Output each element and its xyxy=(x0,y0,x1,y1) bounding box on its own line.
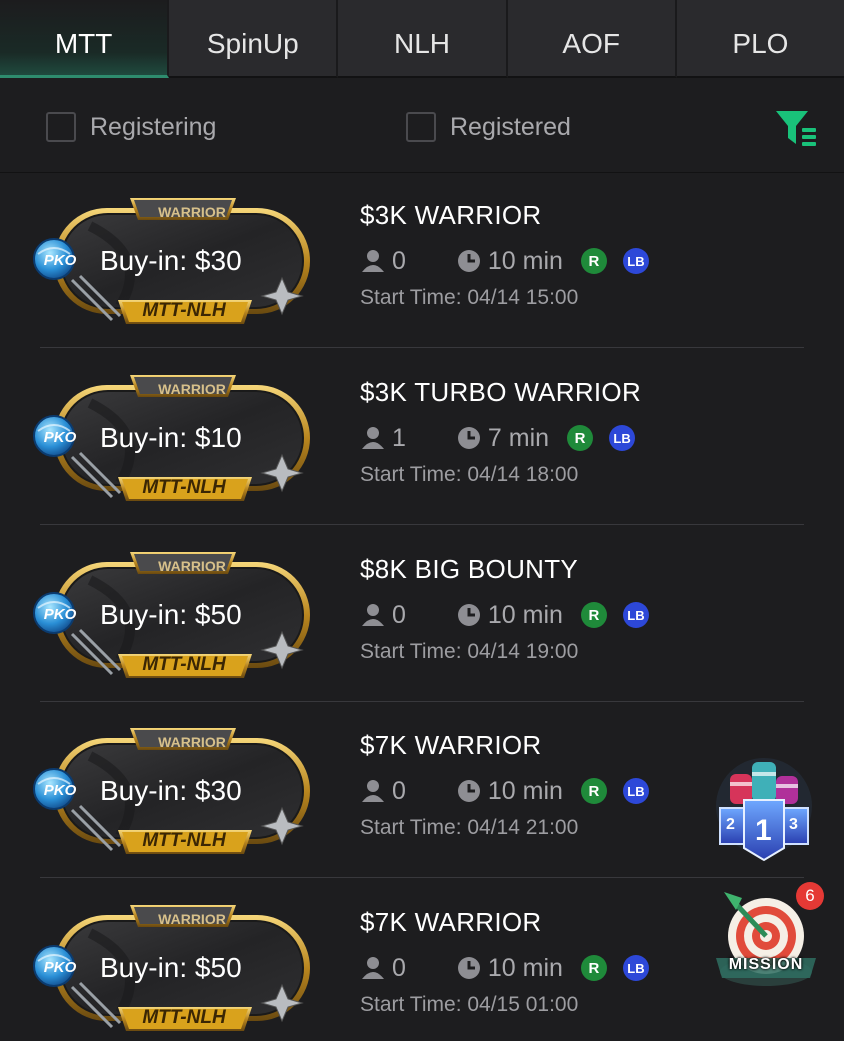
tab-mtt[interactable]: MTT xyxy=(0,0,170,78)
start-time: Start Time: 04/14 15:00 xyxy=(360,286,579,309)
level-duration: 10 min xyxy=(487,953,563,982)
tournament-title: $3K TURBO WARRIOR xyxy=(360,377,642,407)
rebuy-badge: R xyxy=(580,955,607,981)
player-count: 0 xyxy=(392,776,406,805)
registering-label: Registering xyxy=(90,112,217,141)
start-time: Start Time: 04/15 01:00 xyxy=(360,993,579,1016)
buyin-label: Buy-in: $50 xyxy=(100,952,242,983)
registered-filter[interactable]: Registered xyxy=(406,112,571,142)
registered-label: Registered xyxy=(450,112,571,141)
rebuy-badge: R xyxy=(580,248,607,274)
leaderboard-badge: LB xyxy=(622,955,649,981)
badge-top-label: WARRIOR xyxy=(158,558,226,574)
pko-label: PKO xyxy=(43,959,77,976)
player-count: 0 xyxy=(392,246,406,275)
start-time: Start Time: 04/14 19:00 xyxy=(360,640,579,663)
rank-3-label: 3 xyxy=(789,816,798,833)
tournament-meta: 1 7 min R LB xyxy=(360,421,636,455)
rebuy-badge: R xyxy=(580,778,607,804)
tournament-title: $7K WARRIOR xyxy=(360,730,542,760)
rank-2-label: 2 xyxy=(726,816,735,833)
level-duration: 10 min xyxy=(487,246,563,275)
player-count: 0 xyxy=(392,600,406,629)
row-divider xyxy=(40,524,804,525)
leaderboard-float-button[interactable]: 2 1 3 xyxy=(712,752,816,864)
player-icon xyxy=(362,604,384,626)
tournament-meta: 0 10 min R LB xyxy=(360,244,649,278)
row-divider xyxy=(40,877,804,878)
leaderboard-badge: LB xyxy=(622,778,649,804)
player-count: 1 xyxy=(392,423,406,452)
buyin-label: Buy-in: $50 xyxy=(100,599,242,630)
buyin-label: Buy-in: $30 xyxy=(100,775,242,806)
badge-bottom-label: MTT-NLH xyxy=(142,1007,226,1028)
buyin-label: Buy-in: $30 xyxy=(100,245,242,276)
tab-spinup[interactable]: SpinUp xyxy=(169,0,339,78)
badge-top-label: WARRIOR xyxy=(158,734,226,750)
tab-plo[interactable]: PLO xyxy=(676,0,844,78)
pko-label: PKO xyxy=(43,782,77,799)
leaderboard-badge: LB xyxy=(609,425,636,451)
badge-bottom-label: MTT-NLH xyxy=(142,830,226,851)
pko-label: PKO xyxy=(43,429,77,446)
pko-label: PKO xyxy=(43,252,77,269)
player-icon xyxy=(362,427,384,449)
filter-bar: Registering Registered xyxy=(0,78,844,173)
clock-icon xyxy=(457,780,480,802)
tournament-title: $3K WARRIOR xyxy=(360,200,542,230)
player-icon xyxy=(362,780,384,802)
tournament-meta: 0 10 min R LB xyxy=(360,598,649,632)
tournament-row[interactable]: WARRIOR PKO Buy-in: $10 MTT-NLH $3K TURB… xyxy=(0,349,844,525)
leaderboard-badge: LB xyxy=(622,248,649,274)
badge-top-label: WARRIOR xyxy=(158,381,226,397)
tab-aof[interactable]: AOF xyxy=(507,0,677,78)
tournament-meta: 0 10 min R LB xyxy=(360,774,649,808)
row-divider xyxy=(40,347,804,348)
tournament-title: $7K WARRIOR xyxy=(360,907,542,937)
player-icon xyxy=(362,250,384,272)
tournament-meta: 0 10 min R LB xyxy=(360,951,649,985)
badge-bottom-label: MTT-NLH xyxy=(142,300,226,321)
tournament-title: $8K BIG BOUNTY xyxy=(360,554,579,584)
start-time: Start Time: 04/14 18:00 xyxy=(360,463,579,486)
rebuy-badge: R xyxy=(580,602,607,628)
buyin-label: Buy-in: $10 xyxy=(100,422,242,453)
badge-bottom-label: MTT-NLH xyxy=(142,477,226,498)
clock-icon xyxy=(457,604,480,626)
badge-bottom-label: MTT-NLH xyxy=(142,654,226,675)
tournament-row[interactable]: WARRIOR PKO Buy-in: $50 MTT-NLH $8K BIG … xyxy=(0,526,844,702)
rank-1-label: 1 xyxy=(755,814,772,847)
badge-top-label: WARRIOR xyxy=(158,204,226,220)
tournament-type-tabs: MTT SpinUp NLH AOF PLO xyxy=(0,0,844,78)
mission-notification-badge: 6 xyxy=(796,882,824,910)
mission-float-button[interactable]: MISSION 6 xyxy=(712,882,832,992)
clock-icon xyxy=(457,250,480,272)
registering-checkbox[interactable] xyxy=(46,112,76,142)
filter-list-icon[interactable] xyxy=(774,108,818,148)
clock-icon xyxy=(457,957,480,979)
badge-top-label: WARRIOR xyxy=(158,911,226,927)
mission-label: MISSION xyxy=(728,956,804,973)
start-time: Start Time: 04/14 21:00 xyxy=(360,816,579,839)
clock-icon xyxy=(457,427,480,449)
leaderboard-badge: LB xyxy=(622,602,649,628)
level-duration: 10 min xyxy=(487,600,563,629)
level-duration: 10 min xyxy=(487,776,563,805)
registered-checkbox[interactable] xyxy=(406,112,436,142)
tab-nlh[interactable]: NLH xyxy=(338,0,508,78)
level-duration: 7 min xyxy=(487,423,550,452)
pko-label: PKO xyxy=(43,606,77,623)
player-count: 0 xyxy=(392,953,406,982)
tournament-row[interactable]: WARRIOR PKO Buy-in: $30 MTT-NLH $3K WARR… xyxy=(0,172,844,348)
registering-filter[interactable]: Registering xyxy=(46,112,216,142)
rebuy-badge: R xyxy=(567,425,594,451)
player-icon xyxy=(362,957,384,979)
